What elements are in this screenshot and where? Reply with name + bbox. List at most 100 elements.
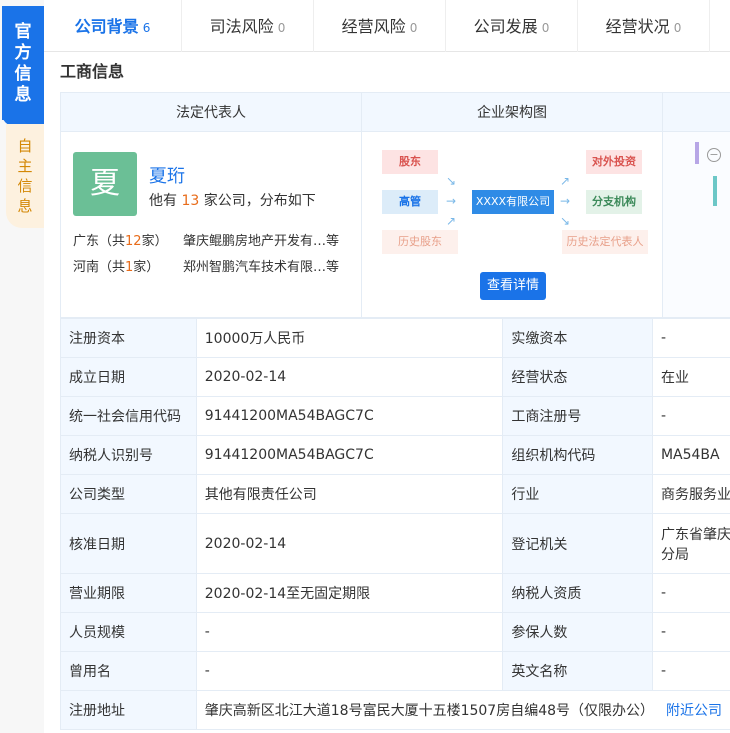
field-value: 91441200MA54BAGC7C (195, 435, 504, 475)
tab-label: 公司背景 (74, 17, 139, 36)
legal-rep-panel: 夏 夏珩 他有 13 家公司，分布如下 广东（共12家） 肇庆鲲鹏房地产开发有…… (60, 132, 362, 318)
table-row: 人员规模 - 参保人数 - (60, 612, 730, 652)
field-value-line: - (660, 408, 667, 424)
field-label: 成立日期 (60, 357, 197, 397)
region-row: 河南（共1家） 郑州智鹏汽车技术有限…等 (73, 256, 339, 275)
table-row: 注册地址 肇庆高新区北江大道18号富民大厦十五楼1507房自编48号（仅限办公） 附… (60, 690, 730, 730)
field-value: 2020-02-14 (195, 513, 504, 574)
view-details-button[interactable]: 查看详情 (480, 272, 546, 300)
field-value-line: 在业 (660, 370, 689, 386)
tab-label: 公司发展 (473, 17, 538, 36)
field-value-line: - (660, 585, 667, 601)
table-row: 注册资本 10000万人民币 实缴资本 - (60, 318, 730, 358)
tab-count: 0 (409, 21, 418, 35)
tab-count: 0 (277, 21, 286, 35)
field-label: 纳税人识别号 (60, 435, 197, 475)
tab-label: 经营风险 (341, 17, 406, 36)
avatar: 夏 (73, 152, 137, 216)
field-value: 2020-02-14 (195, 357, 504, 397)
region-row: 广东（共12家） 肇庆鲲鹏房地产开发有…等 (73, 230, 339, 249)
table-row: 纳税人识别号 91441200MA54BAGC7C 组织机构代码 MA54BA (60, 435, 730, 475)
tab-company-background[interactable]: 公司背景 6 (44, 0, 182, 52)
field-value: - (651, 651, 730, 691)
org-executive: 高管 (382, 190, 438, 214)
field-value-line: 商务服务业 (660, 487, 730, 503)
tab-operation-status[interactable]: 经营状况 0 (578, 0, 710, 52)
table-row: 核准日期 2020-02-14 登记机关 广东省肇庆 分局 (60, 513, 730, 574)
field-label: 组织机构代码 (502, 435, 653, 475)
extra-column-panel: − (662, 132, 730, 318)
field-value: 广东省肇庆 分局 (651, 513, 730, 574)
summary-suffix: 家公司，分布如下 (203, 193, 316, 209)
table-row: 曾用名 - 英文名称 - (60, 651, 730, 691)
nearby-companies-link[interactable]: 附近公司 (666, 703, 722, 719)
table-row: 成立日期 2020-02-14 经营状态 在业 (60, 357, 730, 397)
tab-company-development[interactable]: 公司发展 0 (446, 0, 578, 52)
region-company-link[interactable]: 郑州智鹏汽车技术有限…等 (183, 256, 339, 275)
field-value-line: MA54BA (660, 447, 720, 463)
field-label: 公司类型 (60, 474, 197, 514)
org-history-shareholder: 历史股东 (382, 230, 458, 254)
tab-count: 0 (541, 21, 550, 35)
region-company-link[interactable]: 肇庆鲲鹏房地产开发有…等 (183, 230, 339, 249)
org-center-company: XXXX有限公司 (472, 190, 554, 214)
field-value-line: - (660, 624, 667, 640)
field-value-line: - (660, 663, 667, 679)
side-nav: 官方信息 自主信息 (0, 0, 44, 733)
field-label: 登记机关 (502, 513, 653, 574)
side-tab-official-info[interactable]: 官方信息 (2, 6, 44, 126)
tab-judicial-risk[interactable]: 司法风险 0 (182, 0, 314, 52)
field-label: 行业 (502, 474, 653, 514)
field-label: 经营状态 (502, 357, 653, 397)
arrow-icon: ↘ (560, 214, 571, 228)
field-label: 营业期限 (60, 573, 197, 613)
arrow-icon: ↗ (560, 174, 571, 188)
extra-column-header (662, 92, 730, 132)
decor-bar (695, 142, 699, 164)
org-chart-panel: 股东 高管 历史股东 ↘ → ↗ XXXX有限公司 ↗ → ↘ 对外投资 分支机… (361, 132, 663, 318)
region-label: 河南（共 (73, 260, 126, 275)
region-unit: 家） (141, 234, 168, 249)
field-value: 商务服务业 (651, 474, 730, 514)
legal-rep-name[interactable]: 夏珩 (149, 162, 185, 188)
table-row: 公司类型 其他有限责任公司 行业 商务服务业 (60, 474, 730, 514)
business-info-table: 注册资本 10000万人民币 实缴资本 - 成立日期 2020-02-14 经营状态 在业 统一… (60, 318, 730, 730)
field-label: 工商注册号 (502, 396, 653, 436)
arrow-icon: ↘ (446, 174, 457, 188)
field-value: - (651, 396, 730, 436)
decor-bar (713, 176, 717, 206)
field-value: 其他有限责任公司 (195, 474, 504, 514)
tab-count: 0 (673, 21, 682, 35)
field-label: 人员规模 (60, 612, 197, 652)
field-label: 统一社会信用代码 (60, 396, 197, 436)
field-label: 纳税人资质 (502, 573, 653, 613)
field-label: 曾用名 (60, 651, 197, 691)
legal-rep-header: 法定代表人 (60, 92, 362, 132)
section-title: 工商信息 (60, 62, 125, 81)
address-value: 肇庆高新区北江大道18号富民大厦十五楼1507房自编48号（仅限办公） (204, 703, 655, 719)
side-tab-label: 官方信息 (14, 22, 32, 105)
region-label: 广东（共 (73, 234, 126, 249)
collapse-icon[interactable]: − (707, 148, 721, 162)
top-tabs: 公司背景 6 司法风险 0 经营风险 0 公司发展 0 经营状况 0 (44, 0, 730, 52)
field-value: - (651, 318, 730, 358)
org-chart-header: 企业架构图 (361, 92, 663, 132)
field-label: 参保人数 (502, 612, 653, 652)
arrow-icon: → (446, 194, 457, 208)
field-value: 10000万人民币 (195, 318, 504, 358)
region-count: 12 (125, 234, 142, 249)
side-tab-label: 自主信息 (17, 137, 33, 215)
company-count: 13 (181, 193, 200, 209)
side-tab-self-info[interactable]: 自主信息 (6, 124, 44, 228)
tab-operation-risk[interactable]: 经营风险 0 (314, 0, 446, 52)
tab-count: 6 (142, 21, 151, 35)
table-row: 统一社会信用代码 91441200MA54BAGC7C 工商注册号 - (60, 396, 730, 436)
summary-prefix: 他有 (149, 193, 177, 209)
field-value: - (651, 612, 730, 652)
legal-rep-summary: 他有 13 家公司，分布如下 (149, 190, 316, 210)
field-value: 91441200MA54BAGC7C (195, 396, 504, 436)
arrow-icon: → (560, 194, 571, 208)
field-value: - (195, 651, 504, 691)
field-value: 2020-02-14至无固定期限 (195, 573, 504, 613)
address-value-cell: 肇庆高新区北江大道18号富民大厦十五楼1507房自编48号（仅限办公） 附近公司 (195, 690, 730, 730)
